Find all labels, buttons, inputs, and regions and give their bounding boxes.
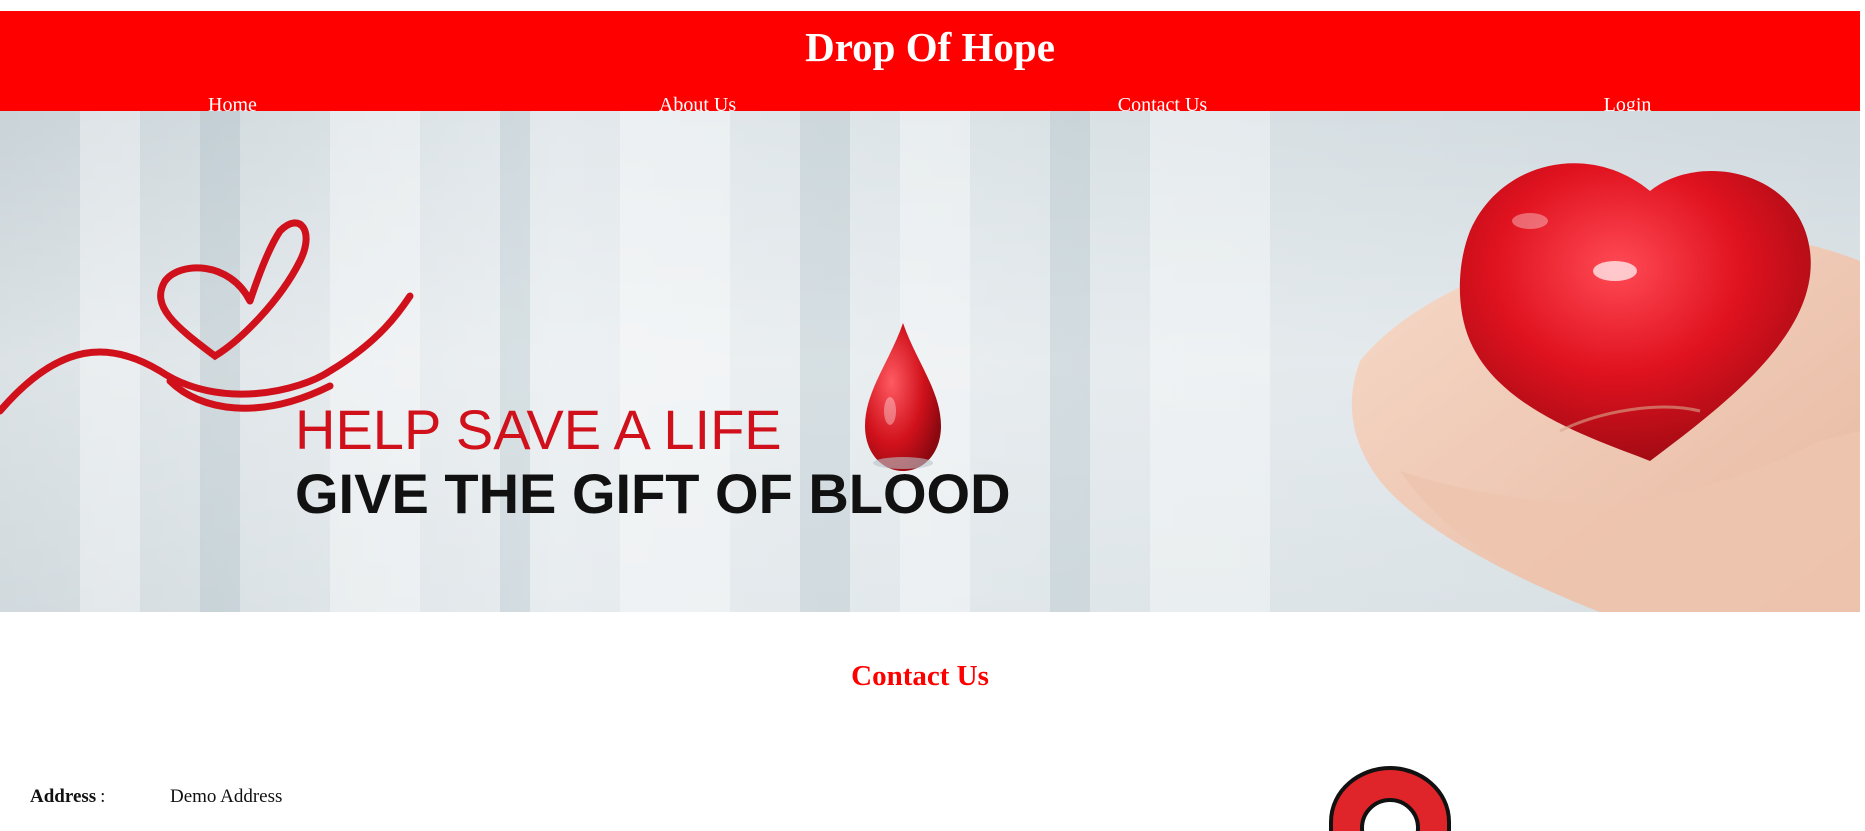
site-title: Drop Of Hope — [805, 24, 1055, 70]
address-row: Address: Demo Address — [30, 785, 282, 809]
contact-heading: Contact Us — [851, 660, 989, 692]
location-pin-icon — [1329, 765, 1451, 831]
site-header: Drop Of Hope Home About Us Contact Us Lo… — [0, 11, 1860, 116]
address-value: Demo Address — [170, 786, 283, 807]
address-label: Address — [30, 786, 97, 807]
page: Drop Of Hope Home About Us Contact Us Lo… — [0, 0, 1865, 831]
hero-banner-image: HELP SAVE A LIFE GIVE THE GIFT OF BLOOD — [0, 111, 1860, 612]
banner-headline: HELP SAVE A LIFE — [295, 398, 782, 461]
banner-subheadline: GIVE THE GIFT OF BLOOD — [295, 462, 1011, 525]
address-colon: : — [100, 786, 106, 807]
hero-banner: HELP SAVE A LIFE GIVE THE GIFT OF BLOOD — [0, 111, 1860, 612]
